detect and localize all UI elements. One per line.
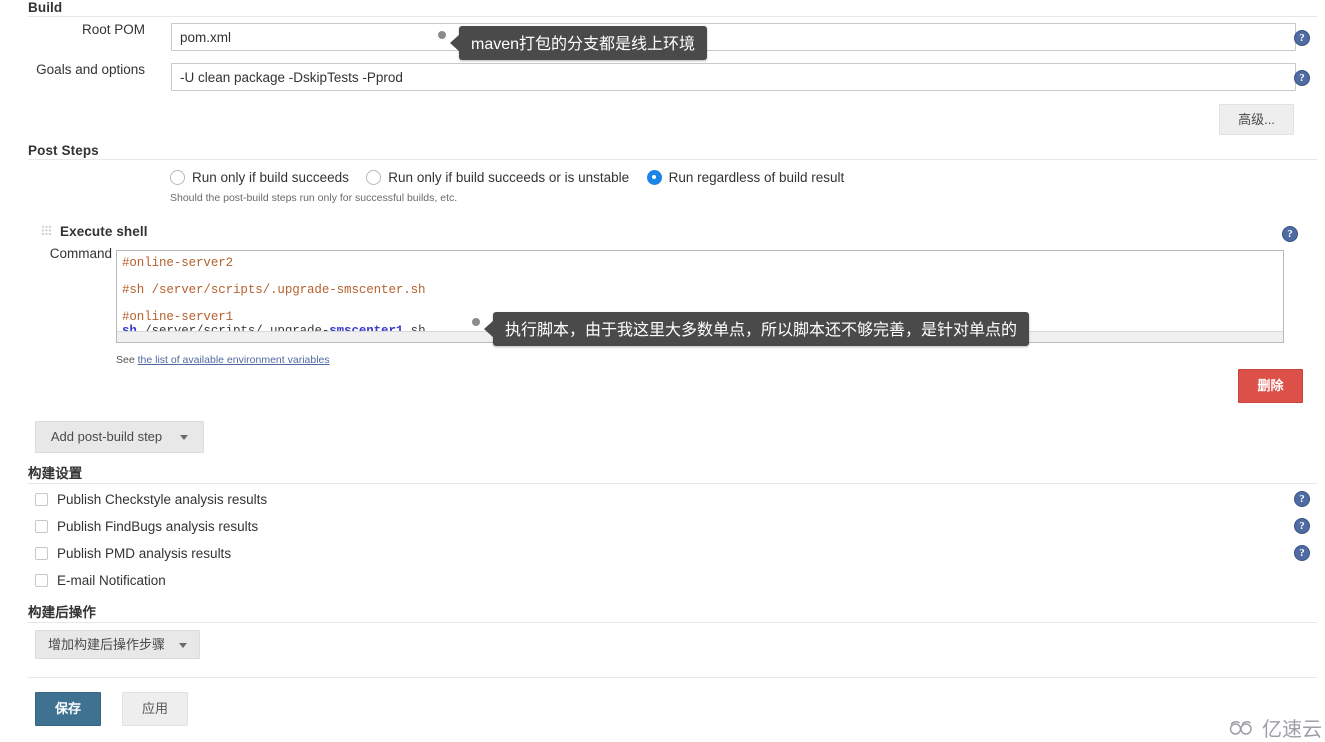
- radio-run-regardless[interactable]: Run regardless of build result: [646, 170, 845, 185]
- advanced-button[interactable]: 高级...: [1219, 104, 1294, 135]
- checkbox-label: Publish FindBugs analysis results: [57, 519, 259, 534]
- add-post-build-action-label: 增加构建后操作步骤: [47, 637, 165, 652]
- chevron-down-icon: [180, 434, 189, 440]
- checkbox-icon[interactable]: [35, 493, 48, 506]
- radio-dot-selected-icon: [646, 170, 662, 185]
- command-line-1: #online-server2: [122, 256, 234, 270]
- checkbox-label: Publish PMD analysis results: [57, 546, 232, 561]
- watermark-text: 亿速云: [1262, 719, 1322, 741]
- checkbox-row-checkstyle[interactable]: Publish Checkstyle analysis results: [35, 492, 267, 507]
- section-heading-post-build-actions: 构建后操作: [28, 605, 96, 620]
- drag-grip-icon[interactable]: [41, 225, 52, 236]
- tooltip-anchor-dot-shell: [472, 318, 480, 326]
- command-line-5: #online-server1: [122, 310, 234, 324]
- env-vars-hint: See the list of available environment va…: [116, 354, 330, 366]
- goals-input[interactable]: [171, 63, 1296, 91]
- jenkins-job-config-page: Build Root POM ? Goals and options ? 高级.…: [0, 0, 1325, 742]
- apply-button[interactable]: 应用: [122, 692, 188, 726]
- radio-dot-icon: [170, 170, 185, 185]
- goals-label: Goals and options: [36, 62, 145, 77]
- watermark: 亿速云: [1227, 713, 1322, 742]
- execute-shell-title: Execute shell: [60, 224, 148, 239]
- divider-post-build-actions: [28, 622, 1317, 623]
- post-steps-radio-group: Run only if build succeeds Run only if b…: [170, 170, 857, 190]
- checkbox-row-pmd[interactable]: Publish PMD analysis results: [35, 546, 231, 561]
- checkbox-label: E-mail Notification: [57, 573, 166, 588]
- command-line-4: [122, 297, 129, 311]
- execute-shell-help-icon[interactable]: ?: [1282, 226, 1298, 242]
- checkbox-icon[interactable]: [35, 520, 48, 533]
- tooltip-shell: 执行脚本，由于我这里大多数单点，所以脚本还不够完善，是针对单点的: [493, 312, 1030, 346]
- checkbox-label: Publish Checkstyle analysis results: [57, 492, 268, 507]
- save-button[interactable]: 保存: [35, 692, 101, 726]
- findbugs-help-icon[interactable]: ?: [1294, 518, 1310, 534]
- command-line-2: [122, 270, 129, 284]
- divider-build-settings: [28, 483, 1317, 484]
- pmd-help-icon[interactable]: ?: [1294, 545, 1310, 561]
- see-prefix: See: [116, 354, 138, 366]
- root-pom-input[interactable]: [171, 23, 1296, 51]
- divider-build: [28, 16, 1317, 17]
- radio-run-if-succeeds[interactable]: Run only if build succeeds: [170, 170, 349, 185]
- root-pom-label: Root POM: [81, 22, 145, 37]
- radio-dot-icon: [366, 170, 382, 185]
- radio-run-if-succeeds-or-unstable[interactable]: Run only if build succeeds or is unstabl…: [366, 170, 629, 185]
- tooltip-anchor-dot-root-pom: [438, 31, 446, 39]
- radio-label: Run only if build succeeds: [192, 170, 349, 185]
- chevron-down-icon: [179, 642, 187, 648]
- checkbox-row-email[interactable]: E-mail Notification: [35, 573, 166, 588]
- cloud-icon: [1229, 720, 1252, 735]
- add-post-build-step-button[interactable]: Add post-build step: [35, 421, 204, 453]
- checkbox-icon[interactable]: [35, 547, 48, 560]
- command-line-3: #sh /server/scripts/.upgrade-smscenter.s…: [122, 283, 426, 297]
- post-steps-hint: Should the post-build steps run only for…: [170, 192, 458, 204]
- tooltip-root-pom: maven打包的分支都是线上环境: [459, 26, 708, 60]
- section-heading-build-settings: 构建设置: [28, 466, 83, 481]
- section-heading-build: Build: [28, 0, 63, 15]
- checkstyle-help-icon[interactable]: ?: [1294, 491, 1310, 507]
- env-vars-link[interactable]: the list of available environment variab…: [138, 354, 330, 366]
- divider-post-steps: [28, 159, 1317, 160]
- command-label: Command: [49, 246, 112, 261]
- delete-button[interactable]: 删除: [1238, 369, 1303, 403]
- divider-footer: [28, 677, 1317, 678]
- radio-label: Run only if build succeeds or is unstabl…: [388, 170, 630, 185]
- checkbox-icon[interactable]: [35, 574, 48, 587]
- root-pom-help-icon[interactable]: ?: [1294, 30, 1310, 46]
- add-post-build-step-label: Add post-build step: [50, 429, 163, 444]
- add-post-build-action-button[interactable]: 增加构建后操作步骤: [35, 630, 200, 659]
- checkbox-row-findbugs[interactable]: Publish FindBugs analysis results: [35, 519, 258, 534]
- goals-help-icon[interactable]: ?: [1294, 70, 1310, 86]
- section-heading-post-steps: Post Steps: [28, 143, 99, 158]
- radio-label: Run regardless of build result: [668, 170, 845, 185]
